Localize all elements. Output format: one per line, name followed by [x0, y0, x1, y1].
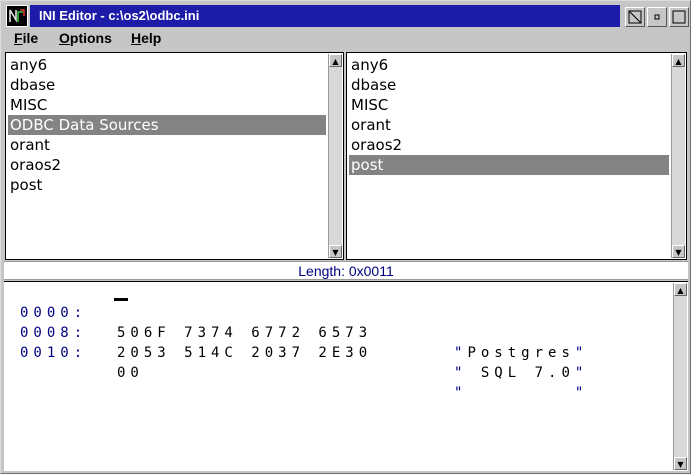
hex-row[interactable]: 0008: 2053 514C 2037 2E30 " SQL 7.0"	[4, 303, 583, 381]
ini-editor-app-icon[interactable]	[6, 5, 28, 27]
keys-list-pane: any6 dbase MISC orant oraos2 post ▲ ▼	[346, 52, 687, 260]
hex-bytes[interactable]: 506F 7374 6772 6573	[117, 323, 372, 343]
hex-row[interactable]: 0010: 00 " "	[4, 323, 583, 401]
ascii-text[interactable]	[467, 385, 574, 401]
hex-ascii[interactable]: " SQL 7.0"	[454, 363, 588, 383]
ascii-quote-open: "	[454, 345, 468, 361]
value-length-label: Length: 0x0011	[4, 261, 688, 280]
ascii-text[interactable]: SQL 7.0	[467, 365, 574, 381]
list-item[interactable]: any6	[8, 55, 326, 75]
menu-file[interactable]: File	[14, 30, 38, 46]
hex-ascii[interactable]: " "	[454, 383, 588, 403]
main-window: INI Editor - c:\os2\odbc.ini File Option…	[0, 0, 691, 474]
hex-row[interactable]: 0000: 506F 7374 6772 6573 "Postgres"	[4, 283, 583, 361]
hex-offset: 0010:	[20, 345, 88, 361]
list-item[interactable]: MISC	[8, 95, 326, 115]
list-item[interactable]: oraos2	[8, 155, 326, 175]
applications-list-pane: any6 dbase MISC ODBC Data Sources orant …	[5, 52, 344, 260]
hex-scrollbar[interactable]: ▲ ▼	[673, 283, 687, 470]
menu-help[interactable]: Help	[131, 30, 161, 46]
list-item[interactable]: orant	[349, 115, 669, 135]
hex-bytes[interactable]: 00	[117, 363, 144, 383]
scroll-up-arrow-icon[interactable]: ▲	[674, 283, 687, 296]
hex-ascii[interactable]: "Postgres"	[454, 343, 588, 363]
applications-list[interactable]: any6 dbase MISC ODBC Data Sources orant …	[8, 55, 326, 257]
ascii-text[interactable]: Postgres	[467, 345, 574, 361]
restore-icon[interactable]	[625, 7, 645, 27]
window-title: INI Editor - c:\os2\odbc.ini	[30, 5, 620, 27]
hex-bytes[interactable]: 2053 514C 2037 2E30	[117, 343, 372, 363]
menu-bar: File Options Help	[4, 27, 687, 49]
list-item[interactable]: dbase	[8, 75, 326, 95]
minimize-icon[interactable]	[647, 7, 667, 27]
list-item-selected[interactable]: ODBC Data Sources	[8, 115, 326, 135]
list-item[interactable]: post	[8, 175, 326, 195]
menu-options[interactable]: Options	[59, 30, 112, 46]
maximize-icon[interactable]	[669, 7, 689, 27]
scroll-down-arrow-icon[interactable]: ▼	[674, 457, 687, 470]
scroll-up-arrow-icon[interactable]: ▲	[672, 54, 685, 67]
keys-list[interactable]: any6 dbase MISC orant oraos2 post	[349, 55, 669, 257]
list-item[interactable]: orant	[8, 135, 326, 155]
list-item[interactable]: dbase	[349, 75, 669, 95]
scroll-down-arrow-icon[interactable]: ▼	[672, 245, 685, 258]
ascii-quote-close: "	[574, 365, 589, 381]
keys-scrollbar[interactable]: ▲ ▼	[671, 54, 685, 258]
ascii-quote-close: "	[574, 345, 589, 361]
list-item[interactable]: oraos2	[349, 135, 669, 155]
list-item[interactable]: any6	[349, 55, 669, 75]
applications-scrollbar[interactable]: ▲ ▼	[328, 54, 342, 258]
list-item[interactable]: MISC	[349, 95, 669, 115]
hex-editor-pane[interactable]: 0000: 506F 7374 6772 6573 "Postgres" 000…	[4, 281, 688, 471]
ascii-quote-close: "	[574, 385, 589, 401]
list-item-selected[interactable]: post	[349, 155, 669, 175]
scroll-up-arrow-icon[interactable]: ▲	[329, 54, 342, 67]
scroll-down-arrow-icon[interactable]: ▼	[329, 245, 342, 258]
title-bar[interactable]: INI Editor - c:\os2\odbc.ini	[4, 4, 689, 28]
ascii-quote-open: "	[454, 365, 468, 381]
text-cursor	[114, 298, 128, 301]
ascii-quote-open: "	[454, 385, 468, 401]
